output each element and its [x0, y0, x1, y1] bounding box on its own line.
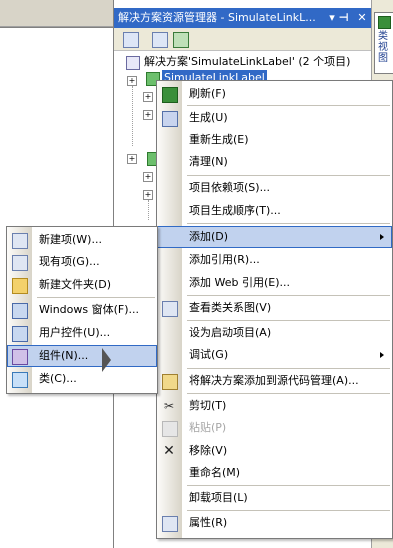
panel-toolbar [114, 28, 372, 51]
pin-icon[interactable]: ▾ ⊣ [328, 8, 350, 28]
tree-expander[interactable]: + [143, 92, 153, 102]
submenu-item-windows-form[interactable]: Windows 窗体(F)... [7, 299, 157, 321]
editor-tab-strip [0, 0, 113, 27]
menu-separator [187, 223, 390, 224]
mouse-cursor-icon [102, 348, 111, 372]
tree-expander[interactable]: + [127, 76, 137, 86]
tree-line [148, 200, 149, 220]
submenu-arrow-icon [380, 352, 384, 358]
submenu-item-new-folder[interactable]: 新建文件夹(D) [7, 274, 157, 296]
menu-item-remove[interactable]: ✕ 移除(V) [157, 440, 392, 462]
menu-item-properties[interactable]: 属性(R) [157, 512, 392, 534]
menu-item-unload-project[interactable]: 卸载项目(L) [157, 487, 392, 509]
menu-item-set-startup[interactable]: 设为启动项目(A) [157, 322, 392, 344]
menu-separator [187, 485, 390, 486]
build-icon [162, 111, 178, 127]
new-item-icon [12, 233, 28, 249]
menu-item-project-dependencies[interactable]: 项目依赖项(S)... [157, 177, 392, 199]
submenu-item-new-item[interactable]: 新建项(W)... [7, 229, 157, 251]
class-view-icon [378, 16, 391, 29]
menu-item-add[interactable]: 添加(D) [157, 226, 392, 248]
menu-item-rename[interactable]: 重命名(M) [157, 462, 392, 484]
menu-separator [37, 297, 155, 298]
menu-item-add-reference[interactable]: 添加引用(R)... [157, 249, 392, 271]
class-view-tab-label: 类视图 [378, 31, 388, 64]
panel-title-bar: 解决方案资源管理器 - SimulateLinkL... ▾ ⊣ ✕ [114, 8, 372, 28]
remove-icon: ✕ [163, 443, 175, 459]
submenu-item-existing-item[interactable]: 现有项(G)... [7, 251, 157, 273]
menu-item-rebuild[interactable]: 重新生成(E) [157, 129, 392, 151]
tree-expander[interactable]: + [143, 190, 153, 200]
menu-item-refresh[interactable]: 刷新(F) [157, 83, 392, 105]
menu-separator [187, 393, 390, 394]
refresh-icon[interactable] [173, 32, 189, 48]
menu-item-cut[interactable]: ✂ 剪切(T) [157, 395, 392, 417]
properties-icon[interactable] [123, 32, 139, 48]
tree-expander[interactable]: + [143, 110, 153, 120]
close-icon[interactable]: ✕ [356, 8, 368, 28]
scissors-icon: ✂ [163, 399, 175, 413]
menu-separator [187, 175, 390, 176]
user-control-icon [12, 326, 28, 342]
properties-icon [162, 516, 178, 532]
menu-separator [187, 295, 390, 296]
class-icon [12, 372, 28, 388]
tree-line [132, 86, 133, 146]
menu-separator [187, 105, 390, 106]
menu-item-build[interactable]: 生成(U) [157, 107, 392, 129]
menu-separator [187, 510, 390, 511]
windows-form-icon [12, 303, 28, 319]
submenu-item-user-control[interactable]: 用户控件(U)... [7, 322, 157, 344]
add-submenu: 新建项(W)... 现有项(G)... 新建文件夹(D) Windows 窗体(… [6, 226, 158, 394]
menu-item-add-web-reference[interactable]: 添加 Web 引用(E)... [157, 272, 392, 294]
submenu-item-component[interactable]: 组件(N)... [7, 345, 157, 367]
tree-expander[interactable]: + [127, 154, 137, 164]
submenu-arrow-icon [380, 234, 384, 240]
menu-item-add-to-source-control[interactable]: 将解决方案添加到源代码管理(A)... [157, 370, 392, 392]
submenu-item-class[interactable]: 类(C)... [7, 368, 157, 390]
show-all-files-icon[interactable] [152, 32, 168, 48]
menu-item-clean[interactable]: 清理(N) [157, 151, 392, 173]
source-control-icon [162, 374, 178, 390]
menu-separator [187, 320, 390, 321]
paste-icon [162, 421, 178, 437]
solution-label: 解决方案'SimulateLinkLabel' (2 个项目) [144, 55, 351, 68]
existing-item-icon [12, 255, 28, 271]
class-view-tab[interactable]: 类视图 [374, 12, 393, 74]
tree-expander[interactable]: + [143, 172, 153, 182]
component-icon [12, 349, 28, 365]
menu-item-debug[interactable]: 调试(G) [157, 344, 392, 366]
class-diagram-icon [162, 301, 178, 317]
menu-item-project-build-order[interactable]: 项目生成顺序(T)... [157, 200, 392, 222]
panel-title: 解决方案资源管理器 - SimulateLinkL... [118, 11, 316, 24]
refresh-icon [162, 87, 178, 103]
menu-item-view-class-diagram[interactable]: 查看类关系图(V) [157, 297, 392, 319]
folder-icon [12, 278, 28, 294]
menu-item-paste[interactable]: 粘贴(P) [157, 417, 392, 439]
project-context-menu: 刷新(F) 生成(U) 重新生成(E) 清理(N) 项目依赖项(S)... 项目… [156, 80, 393, 539]
menu-separator [187, 368, 390, 369]
solution-icon [126, 56, 140, 70]
